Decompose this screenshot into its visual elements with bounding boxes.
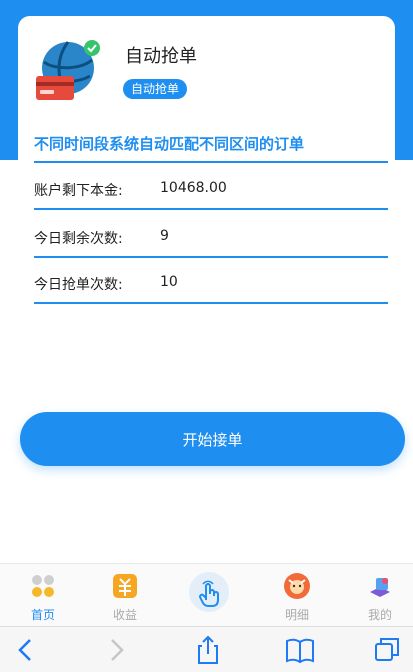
tab-income[interactable]: 收益 (90, 564, 160, 626)
card-subtitle: 不同时间段系统自动匹配不同区间的订单 (34, 135, 305, 153)
tab-home[interactable]: 首页 (8, 564, 78, 626)
card-title: 自动抢单 (125, 46, 197, 67)
remaining-count-label: 今日剩余次数: (34, 231, 123, 247)
balance-value: 10468.00 (160, 180, 227, 196)
bottom-tabbar: 首页 收益 明细 我的 (0, 563, 413, 626)
grab-count-value: 10 (160, 274, 178, 290)
tab-home-label: 首页 (30, 608, 55, 622)
divider-1 (34, 161, 388, 163)
profile-icon (366, 572, 394, 604)
check-badge-icon (84, 40, 100, 56)
tab-profile-label: 我的 (367, 608, 392, 622)
tabs-icon[interactable] (372, 635, 404, 665)
tab-income-label: 收益 (112, 608, 137, 622)
browser-toolbar (0, 626, 413, 672)
auto-grab-icon (34, 40, 106, 104)
forward-icon[interactable] (100, 635, 132, 665)
bookmarks-icon[interactable] (284, 635, 316, 665)
back-icon[interactable] (10, 635, 42, 665)
divider-2 (34, 208, 388, 210)
tab-grab[interactable] (174, 564, 244, 626)
remaining-count-value: 9 (160, 228, 169, 244)
grab-count-label: 今日抢单次数: (34, 277, 123, 293)
tap-hand-icon (187, 570, 231, 618)
income-icon (111, 572, 139, 604)
tab-detail-label: 明细 (284, 608, 309, 622)
divider-3 (34, 256, 388, 258)
start-accept-button[interactable]: 开始接单 (20, 412, 405, 466)
tab-detail[interactable]: 明细 (262, 564, 332, 626)
share-icon[interactable] (192, 635, 224, 665)
balance-label: 账户剩下本金: (34, 183, 123, 199)
detail-icon (283, 572, 311, 604)
status-badge: 自动抢单 (123, 79, 188, 99)
tab-profile[interactable]: 我的 (345, 564, 413, 626)
home-dots-icon (29, 572, 57, 604)
card-icon (36, 76, 74, 100)
divider-4 (34, 302, 388, 304)
